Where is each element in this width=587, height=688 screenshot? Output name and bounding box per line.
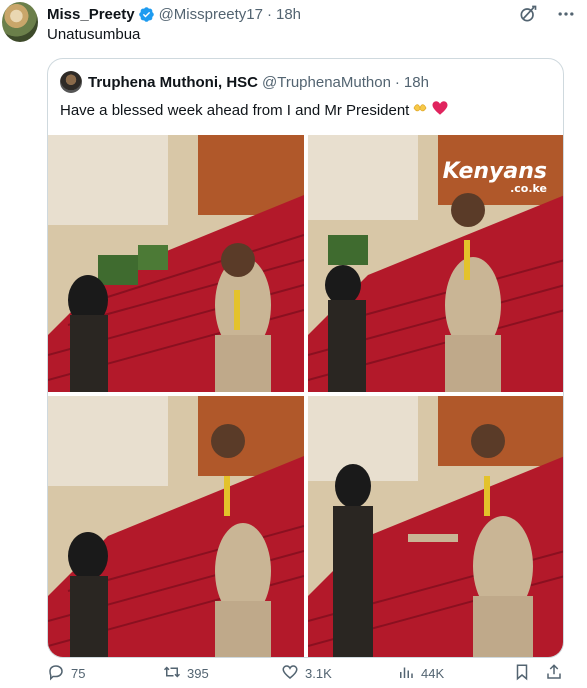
reply-count: 75 bbox=[71, 665, 86, 681]
red-heart-icon bbox=[431, 99, 449, 121]
verified-badge-icon bbox=[138, 6, 155, 23]
quote-text: Have a blessed week ahead from I and Mr … bbox=[60, 101, 410, 119]
photo-1[interactable] bbox=[48, 135, 304, 392]
like-count: 3.1K bbox=[305, 665, 332, 681]
grok-icon[interactable] bbox=[517, 3, 539, 25]
watermark: Kenyans .co.ke bbox=[442, 159, 547, 195]
quote-header: Truphena Muthoni, HSC @TruphenaMuthon · … bbox=[60, 71, 429, 93]
views-count: 44K bbox=[421, 665, 445, 681]
share-button[interactable] bbox=[545, 663, 563, 684]
more-icon[interactable] bbox=[555, 3, 577, 25]
tweet[interactable]: Miss_Preety @Misspreety17 · 18h Unatusum… bbox=[0, 0, 587, 688]
photo-grid: Kenyans .co.ke bbox=[48, 135, 563, 657]
watermark-sub: .co.ke bbox=[510, 182, 547, 195]
photo-4[interactable] bbox=[308, 396, 563, 657]
photo-2[interactable]: Kenyans .co.ke bbox=[308, 135, 563, 392]
quote-timestamp: 18h bbox=[403, 73, 429, 91]
repost-button[interactable]: 395 bbox=[163, 663, 209, 684]
quote-author-name: Truphena Muthoni, HSC bbox=[88, 73, 258, 91]
tweet-actions: 75 395 3.1K 44K bbox=[47, 660, 567, 686]
author-name[interactable]: Miss_Preety bbox=[47, 6, 135, 23]
reply-button[interactable]: 75 bbox=[47, 663, 85, 684]
reply-icon bbox=[47, 663, 65, 684]
repost-icon bbox=[163, 663, 181, 684]
tweet-top-actions bbox=[517, 3, 577, 25]
share-icon bbox=[545, 663, 563, 684]
like-icon bbox=[281, 663, 299, 684]
watermark-main: Kenyans bbox=[442, 159, 547, 184]
tweet-header: Miss_Preety @Misspreety17 · 18h bbox=[47, 4, 301, 24]
quote-separator-dot: · bbox=[394, 73, 400, 91]
author-handle[interactable]: @Misspreety17 bbox=[159, 6, 263, 23]
photo-3[interactable] bbox=[48, 396, 304, 657]
quote-text-row: Have a blessed week ahead from I and Mr … bbox=[60, 99, 449, 121]
bookmark-button[interactable] bbox=[513, 663, 531, 684]
quote-author-handle: @TruphenaMuthon bbox=[262, 73, 391, 91]
like-button[interactable]: 3.1K bbox=[281, 663, 332, 684]
views-button[interactable]: 44K bbox=[397, 663, 444, 684]
folded-hands-icon bbox=[411, 99, 429, 121]
repost-count: 395 bbox=[187, 665, 209, 681]
timestamp[interactable]: 18h bbox=[276, 6, 301, 23]
separator-dot: · bbox=[267, 5, 272, 23]
bookmark-icon bbox=[513, 663, 531, 684]
author-avatar[interactable] bbox=[2, 2, 38, 42]
quote-author-avatar bbox=[60, 71, 82, 93]
views-icon bbox=[397, 663, 415, 684]
quoted-tweet[interactable]: Truphena Muthoni, HSC @TruphenaMuthon · … bbox=[47, 58, 564, 658]
tweet-text: Unatusumbua bbox=[47, 26, 141, 43]
